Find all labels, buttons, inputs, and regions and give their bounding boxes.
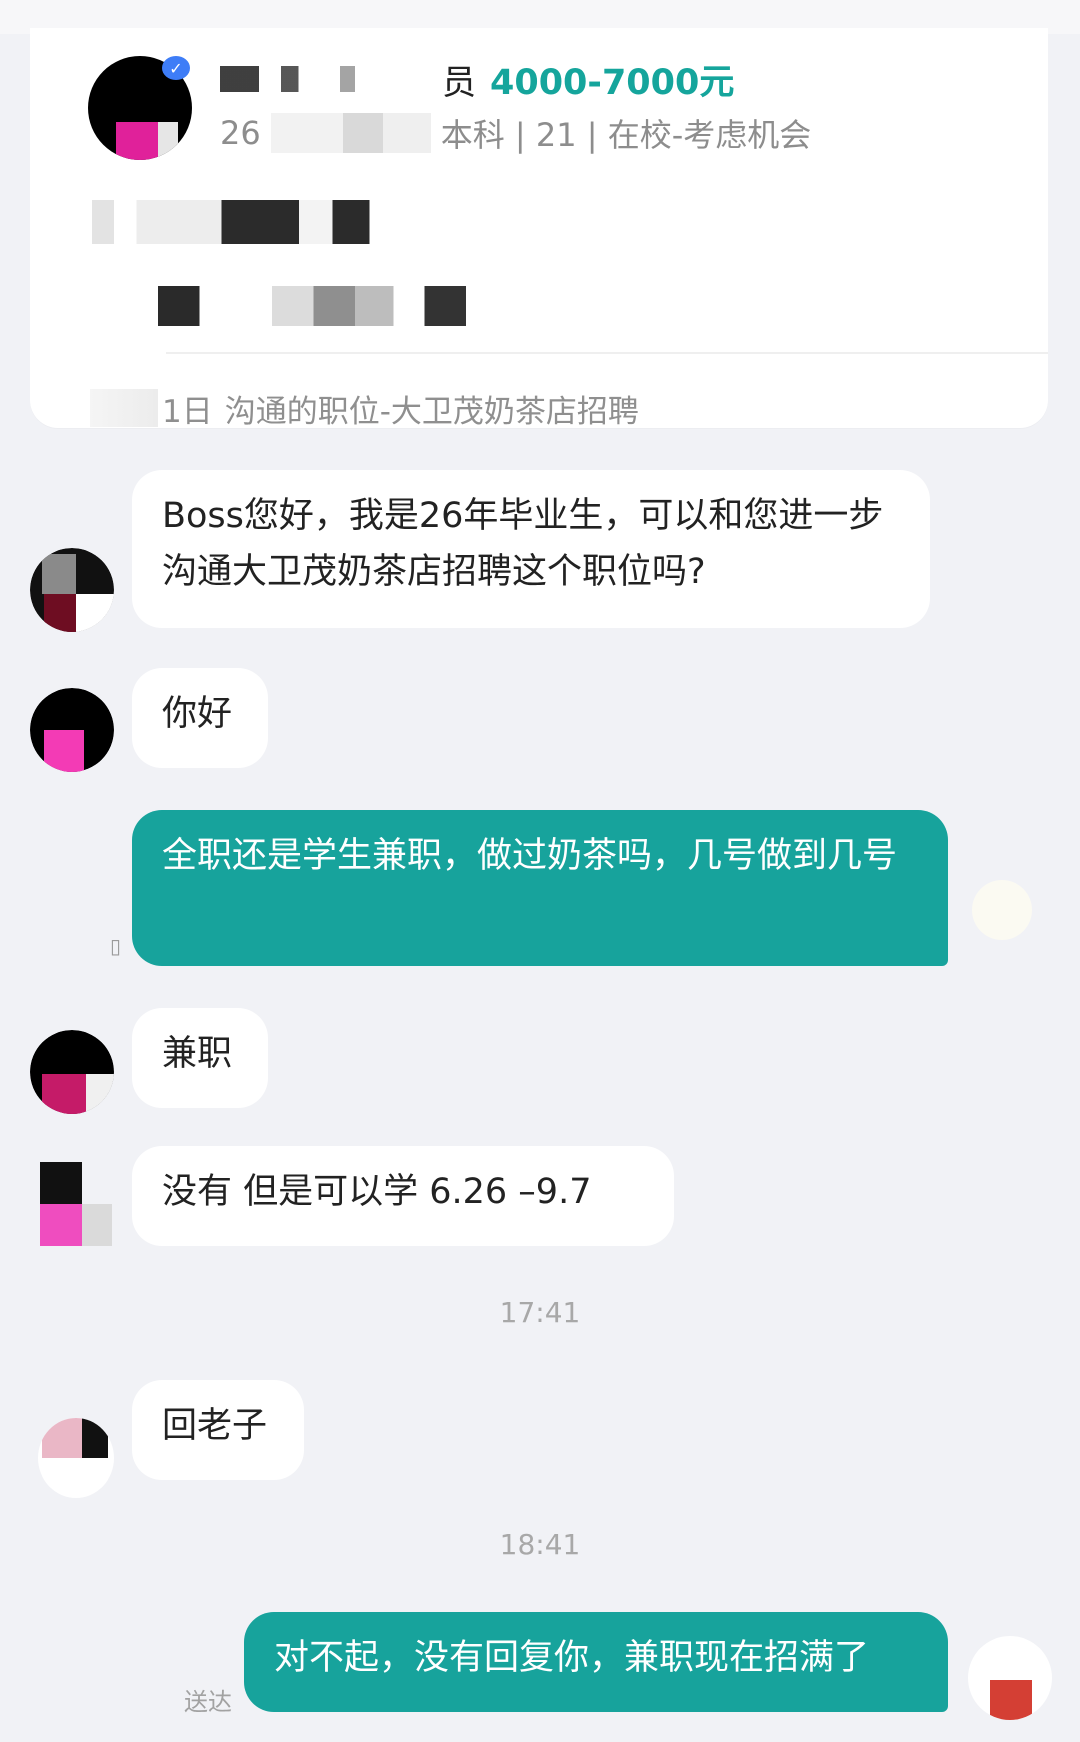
salary-range: 4000-7000元: [490, 62, 735, 103]
message-text: 对不起，没有回复你，兼职现在招满了: [274, 1638, 870, 1678]
redacted-meta: [270, 113, 431, 153]
message-text: 你好: [162, 694, 233, 734]
redacted-date: [90, 389, 158, 427]
avatar-mosaic: [40, 1162, 82, 1204]
avatar-mosaic: [86, 1074, 114, 1114]
card-divider: [166, 352, 1048, 354]
avatar-mosaic: [82, 1418, 108, 1458]
avatar-mosaic: [42, 1458, 108, 1488]
avatar-mosaic: [76, 594, 114, 632]
avatar-mosaic: [990, 1680, 1032, 1720]
profile-headline: 员 4000-7000元: [220, 54, 734, 104]
avatar-mosaic: [42, 1074, 86, 1114]
redacted-row: [158, 286, 504, 326]
avatar-mosaic: [42, 554, 76, 594]
message-text: Boss您好，我是26年毕业生，可以和您进一步沟通大卫茂奶茶店招聘这个职位吗?: [162, 496, 884, 592]
redacted-name: [220, 66, 438, 92]
message-bubble-incoming[interactable]: Boss您好，我是26年毕业生，可以和您进一步沟通大卫茂奶茶店招聘这个职位吗?: [132, 470, 930, 628]
avatar-mosaic: [40, 1204, 82, 1246]
recruiter-avatar[interactable]: [30, 1030, 114, 1114]
self-avatar[interactable]: [972, 880, 1032, 940]
avatar-mosaic: [82, 1204, 112, 1246]
delivery-status: 送达: [184, 1688, 232, 1716]
avatar-mosaic: [44, 730, 84, 772]
message-text: 没有 但是可以学 6.26 –9.7: [162, 1172, 592, 1212]
recruiter-avatar[interactable]: [30, 688, 114, 772]
profile-meta: 26 本科 | 21 | 在校-考虑机会: [220, 110, 811, 156]
timestamp: 17:41: [499, 1296, 581, 1329]
message-bubble-incoming[interactable]: 兼职: [132, 1008, 268, 1108]
recruiter-avatar[interactable]: [38, 1418, 114, 1498]
avatar-mosaic: [158, 122, 178, 160]
message-text: 全职还是学生兼职，做过奶茶吗，几号做到几号: [162, 836, 898, 876]
meta-details: 本科 | 21 | 在校-考虑机会: [440, 116, 812, 154]
meta-prefix: 26: [220, 114, 261, 152]
message-bubble-outgoing[interactable]: 对不起，没有回复你，兼职现在招满了: [244, 1612, 948, 1712]
redacted-row: [92, 200, 462, 244]
self-avatar[interactable]: [968, 1636, 1052, 1720]
position-footer[interactable]: 1日 沟通的职位-大卫茂奶茶店招聘: [90, 380, 639, 436]
message-text: 兼职: [162, 1034, 233, 1074]
read-indicator: ▯: [110, 934, 122, 958]
message-text: 回老子: [162, 1406, 268, 1446]
job-title-fragment: 员: [442, 62, 476, 103]
message-bubble-incoming[interactable]: 没有 但是可以学 6.26 –9.7: [132, 1146, 674, 1246]
candidate-profile-card[interactable]: ✓ 员 4000-7000元 26 本科 | 21 | 在校-考虑机会 1日 沟…: [30, 28, 1048, 430]
avatar-mosaic: [44, 594, 76, 632]
footer-date: 1日: [162, 393, 213, 430]
recruiter-avatar[interactable]: [30, 548, 114, 632]
message-bubble-incoming[interactable]: 回老子: [132, 1380, 304, 1480]
avatar-mosaic: [42, 1418, 82, 1458]
message-bubble-outgoing[interactable]: 全职还是学生兼职，做过奶茶吗，几号做到几号: [132, 810, 948, 966]
verified-badge-icon: ✓: [162, 56, 190, 80]
avatar-mosaic: [116, 122, 158, 160]
timestamp: 18:41: [499, 1528, 581, 1561]
message-bubble-incoming[interactable]: 你好: [132, 668, 268, 768]
footer-position: 沟通的职位-大卫茂奶茶店招聘: [224, 393, 639, 430]
recruiter-avatar[interactable]: [40, 1162, 112, 1246]
